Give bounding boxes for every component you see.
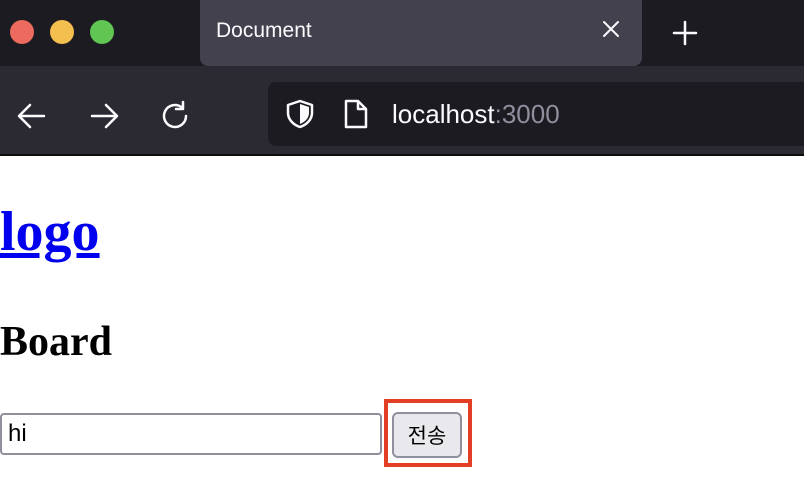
close-window-button[interactable]	[10, 20, 34, 44]
submit-button[interactable]: 전송	[392, 412, 462, 458]
page-title: Board	[0, 319, 113, 365]
page-icon	[344, 99, 368, 129]
plus-icon[interactable]	[672, 20, 698, 46]
tab-document[interactable]: Document	[200, 0, 642, 66]
url-text: localhost:3000	[392, 99, 560, 130]
forward-arrow-icon[interactable]	[88, 100, 120, 132]
message-input[interactable]	[0, 413, 382, 455]
maximize-window-button[interactable]	[90, 20, 114, 44]
url-bar[interactable]: localhost:3000	[268, 82, 804, 146]
tab-bar: Document	[0, 0, 804, 66]
url-host: localhost	[392, 99, 495, 129]
close-icon[interactable]	[602, 20, 620, 38]
page-content: logo Board 전송	[0, 156, 804, 502]
url-port: :3000	[494, 99, 560, 129]
shield-icon[interactable]	[284, 98, 316, 130]
reload-icon[interactable]	[160, 100, 192, 132]
minimize-window-button[interactable]	[50, 20, 74, 44]
logo-link[interactable]: logo	[0, 204, 100, 260]
back-arrow-icon[interactable]	[16, 100, 48, 132]
navigation-bar: localhost:3000	[0, 66, 804, 154]
browser-chrome: Document localhost:3000	[0, 0, 804, 156]
tab-title: Document	[216, 19, 312, 42]
